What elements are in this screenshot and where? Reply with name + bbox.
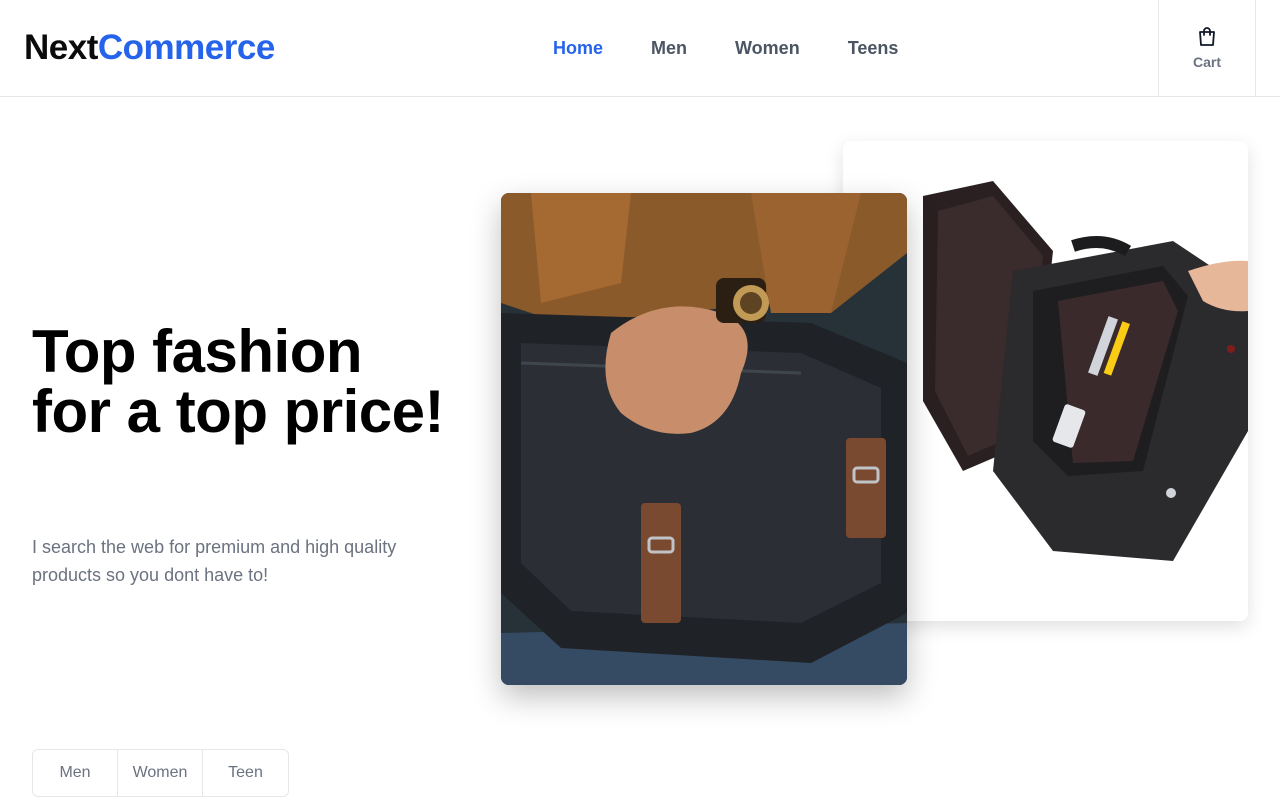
product-image-bag-worn[interactable] bbox=[501, 193, 907, 685]
category-tabs: Men Women Teen bbox=[32, 749, 289, 797]
nav-item-men[interactable]: Men bbox=[651, 36, 687, 60]
tab-teen[interactable]: Teen bbox=[203, 750, 288, 796]
cart-button[interactable]: Cart bbox=[1158, 0, 1256, 97]
brand-logo-part1: Next bbox=[24, 28, 98, 67]
site-header: NextCommerce Home Men Women Teens Cart bbox=[0, 0, 1280, 97]
nav-item-home[interactable]: Home bbox=[553, 36, 603, 60]
nav-item-teens[interactable]: Teens bbox=[848, 36, 899, 60]
hero-subtitle: I search the web for premium and high qu… bbox=[32, 537, 397, 585]
main-nav: Home Men Women Teens bbox=[553, 36, 898, 60]
bag-worn-illustration bbox=[501, 193, 907, 685]
brand-logo-part2: Commerce bbox=[97, 28, 275, 67]
tab-women[interactable]: Women bbox=[118, 750, 203, 796]
cart-label: Cart bbox=[1192, 54, 1221, 70]
shopping-bag-icon bbox=[1199, 27, 1215, 46]
brand-logo[interactable]: NextCommerce bbox=[24, 27, 275, 69]
hero-title: Top fashion for a top price! bbox=[32, 318, 445, 445]
tab-men[interactable]: Men bbox=[33, 750, 118, 796]
nav-item-women[interactable]: Women bbox=[735, 36, 800, 60]
